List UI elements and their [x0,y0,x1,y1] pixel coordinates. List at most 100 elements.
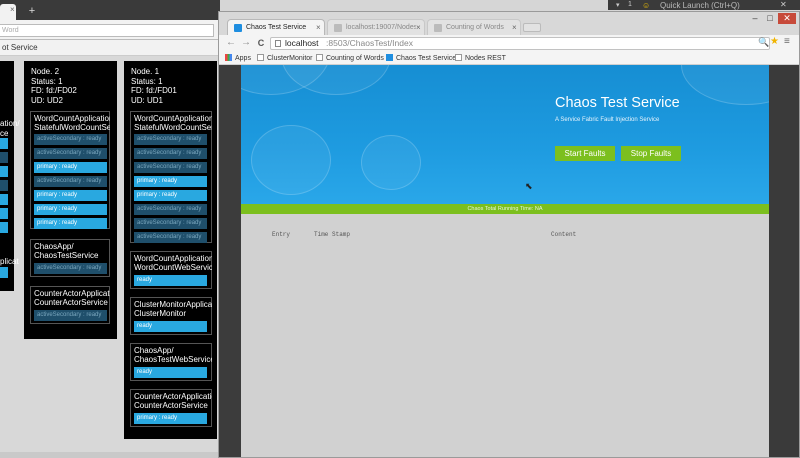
cloud-decoration [681,65,769,105]
service-box[interactable]: CounterActorApplication/ CounterActorSer… [130,389,212,427]
tab-strip: Chaos Test Service × localhost:19007/Nod… [219,12,799,35]
service-fabric-icon [386,54,393,61]
replica-bar[interactable] [0,180,8,191]
bookmark-star-icon[interactable]: ★ [770,36,779,47]
service-box[interactable]: ChaosApp/ ChaosTestService activeSeconda… [30,239,110,277]
tab-chaos-test-service[interactable]: Chaos Test Service × [227,19,325,35]
tab-close-icon[interactable]: × [512,20,517,35]
service-box[interactable]: ChaosApp/ ChaosTestWebService ready [130,343,212,381]
start-faults-button[interactable]: Start Faults [555,146,615,161]
replica-bar[interactable]: activeSecondary : ready [134,162,207,173]
bookmark-clustermonitor[interactable]: ClusterMonitor [257,52,313,65]
bookmarks-bar: Apps ClusterMonitor Counting of Words Ch… [219,52,799,65]
fault-log-table: Entry Time Stamp Content [241,214,769,457]
column-header-time-stamp: Time Stamp [314,231,351,238]
tab-nodes[interactable]: localhost:19007/Nodes/Sc × [327,19,425,35]
close-icon[interactable]: ✕ [780,0,787,9]
replica-bar[interactable]: activeSecondary : ready [134,204,207,215]
tab-close-icon[interactable]: × [416,20,421,35]
maximize-button[interactable]: □ [764,13,776,24]
forward-button[interactable]: → [240,37,252,49]
service-name: ClusterMonitor [134,309,187,318]
quick-launch-input[interactable]: Quick Launch (Ctrl+Q) [660,1,740,10]
menu-icon[interactable]: ≡ [784,36,790,47]
column-header-content: Content [551,231,577,238]
replica-bar[interactable]: activeSecondary : ready [134,148,207,159]
notification-flag-icon[interactable]: ▾ [616,1,620,9]
bookmark-nodes-rest[interactable]: Nodes REST [455,52,506,65]
new-tab-button[interactable] [523,23,541,32]
service-name: WordCountWebService [134,263,212,272]
cluster-nodes-view: ation/ plicat ce Node. 2 Status: 1 FD: f… [0,56,220,452]
background-bookmarks-bar: ot Service [0,40,220,56]
stop-faults-button[interactable]: Stop Faults [621,146,681,161]
background-url-bar: Word [0,20,220,40]
bookmark-apps[interactable]: Apps [225,52,251,65]
service-box[interactable]: ClusterMonitorApplication/ ClusterMonito… [130,297,212,335]
reload-button[interactable]: C [255,37,267,49]
replica-bar[interactable]: primary : ready [134,413,207,424]
replica-bar[interactable] [0,222,8,233]
cloud-decoration [361,135,421,190]
replica-bar[interactable]: activeSecondary : ready [34,148,107,159]
replica-bar[interactable]: primary : ready [34,190,107,201]
column-header-entry: Entry [272,231,291,238]
replica-bar[interactable]: primary : ready [134,190,207,201]
tab-close-icon[interactable]: × [316,20,321,35]
replica-bar[interactable]: activeSecondary : ready [134,134,207,145]
url-host: localhost [285,38,319,48]
replica-bar[interactable]: activeSecondary : ready [34,310,107,321]
service-box[interactable]: CounterActorApplication/ CounterActorSer… [30,286,110,324]
replica-bar[interactable]: ready [134,367,207,378]
zoom-icon[interactable]: 🔍 [758,37,769,48]
replica-bar[interactable]: primary : ready [34,204,107,215]
browser-toolbar: ← → C localhost :8503/ChaosTest/Index 🔍 … [219,35,799,52]
replica-bar[interactable]: ready [134,275,207,286]
background-url-input[interactable]: Word [0,24,214,37]
replica-bar[interactable]: activeSecondary : ready [34,263,107,274]
feedback-smile-icon[interactable]: ☺ [642,1,650,10]
minimize-button[interactable]: – [749,13,761,24]
replica-bar[interactable]: activeSecondary : ready [34,134,107,145]
bookmark-chaos-test-service[interactable]: Chaos Test Service [386,52,456,65]
new-tab-button[interactable]: + [24,4,40,18]
service-box[interactable]: WordCountApplication/ StatefulWordCountS… [130,111,212,243]
service-name: ChaosTestWebService [134,355,212,364]
running-time-bar: Chaos Total Running Time: NA [241,204,769,214]
replica-bar[interactable]: primary : ready [34,162,107,173]
replica-bar[interactable]: activeSecondary : ready [134,218,207,229]
service-name: StatefulWordCountService [134,123,212,132]
tab-close-icon[interactable]: × [10,5,15,14]
service-box[interactable]: WordCountApplication/ StatefulWordCountS… [30,111,110,229]
replica-bar[interactable] [0,208,8,219]
tab-label: Counting of Words [446,24,504,31]
url-path: :8503/ChaosTest/Index [326,38,413,48]
browser-window: Chaos Test Service × localhost:19007/Nod… [218,11,800,458]
close-button[interactable]: ✕ [778,13,796,24]
tab-counting-of-words[interactable]: Counting of Words × [427,19,521,35]
replica-bar[interactable]: primary : ready [134,176,207,187]
replica-bar[interactable] [0,267,8,278]
replica-bar[interactable] [0,166,8,177]
replica-bar[interactable]: primary : ready [34,218,107,229]
replica-bar[interactable] [0,152,8,163]
replica-bar[interactable] [0,138,8,149]
bookmark-label: Counting of Words [326,55,384,62]
page-scrollbar[interactable] [769,65,799,457]
node-panel-node-2: Node. 2 Status: 1 FD: fd:/FD02 UD: UD2 W… [24,61,117,339]
replica-bar[interactable] [0,194,8,205]
service-box[interactable]: WordCountApplication/ WordCountWebServic… [130,251,212,289]
service-name: ChaosTestService [34,251,99,260]
replica-bar[interactable]: activeSecondary : ready [134,232,207,243]
address-bar[interactable]: localhost :8503/ChaosTest/Index [270,37,770,50]
node-fault-domain: FD: fd:/FD01 [131,86,177,95]
back-button[interactable]: ← [225,37,237,49]
replica-bar[interactable]: ready [134,321,207,332]
bookmark-label: Chaos Test Service [396,55,457,62]
mouse-cursor-icon: ⬉ [525,181,533,191]
replica-bar[interactable]: activeSecondary : ready [34,176,107,187]
node-name: Node. 1 [131,67,160,76]
bookmark-counting-of-words[interactable]: Counting of Words [316,52,384,65]
background-tab-strip: × + [0,0,220,20]
background-bookmark-chaos-test-service[interactable]: ot Service [2,43,38,52]
